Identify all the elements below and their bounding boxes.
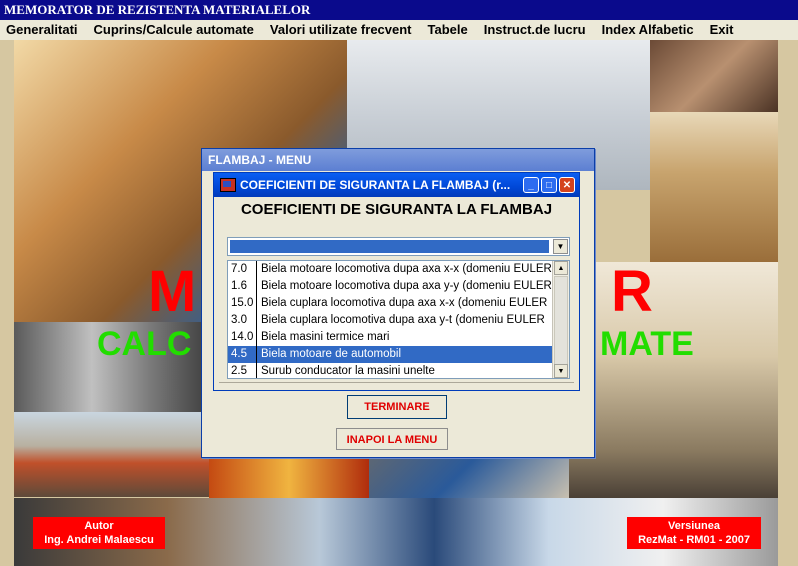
coeficienti-window: COEFICIENTI DE SIGURANTA LA FLAMBAJ (r..…	[213, 172, 580, 419]
close-icon[interactable]: ✕	[559, 177, 575, 193]
menu-bar: Generalitati Cuprins/Calcule automate Va…	[0, 20, 798, 40]
coef-description: Biela cuplara locomotiva dupa axa y-t (d…	[261, 314, 545, 326]
divider	[219, 382, 574, 387]
coef-description: Biela motoare de automobil	[261, 348, 401, 360]
scroll-down-icon[interactable]: ▼	[554, 364, 568, 378]
menu-valori-frecvente[interactable]: Valori utilizate frecvent	[262, 20, 420, 40]
scrollbar-thumb[interactable]	[554, 276, 568, 366]
bg-letter-r: R	[611, 259, 653, 324]
coef-value: 4.5	[228, 346, 257, 363]
menu-generalitati[interactable]: Generalitati	[0, 20, 86, 40]
bg-word-mate: MATE	[600, 325, 694, 363]
minimize-icon[interactable]: _	[523, 177, 539, 193]
menu-exit[interactable]: Exit	[702, 20, 742, 40]
back-to-menu-button[interactable]: INAPOI LA MENU	[336, 428, 448, 450]
menu-tabele[interactable]: Tabele	[420, 20, 476, 40]
coef-value: 7.0	[228, 261, 257, 278]
list-item[interactable]: 1.6 Biela motoare locomotiva dupa axa y-y…	[228, 278, 569, 295]
coef-value: 14.0	[228, 329, 257, 346]
coef-value: 1.6	[228, 278, 257, 295]
scroll-up-icon[interactable]: ▲	[554, 261, 568, 275]
list-item[interactable]: 14.0 Biela masini termice mari	[228, 329, 569, 346]
coeficient-dropdown[interactable]: ▼	[227, 237, 570, 256]
photo-train	[14, 412, 209, 497]
menu-cuprins-calcule[interactable]: Cuprins/Calcule automate	[86, 20, 262, 40]
menu-index-alfabetic[interactable]: Index Alfabetic	[594, 20, 702, 40]
coef-value: 3.0	[228, 312, 257, 329]
list-scrollbar[interactable]: ▲ ▼	[552, 261, 569, 378]
coef-description: Surub conducator la masini unelte	[261, 365, 435, 377]
coeficienti-window-title: COEFICIENTI DE SIGURANTA LA FLAMBAJ (r..…	[240, 178, 511, 192]
list-item[interactable]: 2.5 Surub conducator la masini unelte	[228, 363, 569, 378]
chevron-down-icon[interactable]: ▼	[553, 239, 568, 254]
coeficient-list[interactable]: 7.0 Biela motoare locomotiva dupa axa x-x…	[227, 260, 570, 379]
app-title-bar: MEMORATOR DE REZISTENTA MATERIALELOR	[0, 0, 798, 20]
author-badge: Autor Ing. Andrei Malaescu	[33, 517, 165, 549]
version-value: RezMat - RM01 - 2007	[638, 534, 750, 546]
list-item[interactable]: 3.0 Biela cuplara locomotiva dupa axa y-t…	[228, 312, 569, 329]
coef-value: 15.0	[228, 295, 257, 312]
terminate-button[interactable]: TERMINARE	[347, 395, 447, 419]
photo-factory-crane	[650, 112, 778, 262]
version-label: Versiunea	[668, 520, 720, 532]
coef-description: Biela motoare locomotiva dupa axa x-x (d…	[261, 263, 552, 275]
photo-engineer-woman	[569, 262, 778, 498]
bg-letter-m: M	[148, 259, 197, 324]
coef-description: Biela motoare locomotiva dupa axa y-y (d…	[261, 280, 552, 292]
version-badge: Versiunea RezMat - RM01 - 2007	[627, 517, 761, 549]
author-name: Ing. Andrei Malaescu	[44, 534, 154, 546]
menu-instructiuni[interactable]: Instruct.de lucru	[476, 20, 594, 40]
coeficienti-heading: COEFICIENTI DE SIGURANTA LA FLAMBAJ	[240, 201, 553, 218]
list-item-selected[interactable]: 4.5 Biela motoare de automobil	[228, 346, 569, 363]
maximize-icon[interactable]: □	[541, 177, 557, 193]
coef-description: Biela cuplara locomotiva dupa axa x-x (d…	[261, 297, 548, 309]
list-item[interactable]: 15.0 Biela cuplara locomotiva dupa axa x-…	[228, 295, 569, 312]
coef-value: 2.5	[228, 363, 257, 378]
flambaj-menu-title: FLAMBAJ - MENU	[202, 149, 594, 171]
dropdown-selected-value	[230, 240, 549, 253]
photo-industry-top	[650, 40, 778, 112]
coeficienti-titlebar[interactable]: COEFICIENTI DE SIGURANTA LA FLAMBAJ (r..…	[214, 173, 579, 197]
bg-word-calc: CALC	[97, 325, 192, 363]
app-icon	[220, 178, 236, 192]
coef-description: Biela masini termice mari	[261, 331, 390, 343]
photo-fire	[209, 455, 369, 498]
author-label: Autor	[84, 520, 114, 532]
list-item[interactable]: 7.0 Biela motoare locomotiva dupa axa x-x…	[228, 261, 569, 278]
